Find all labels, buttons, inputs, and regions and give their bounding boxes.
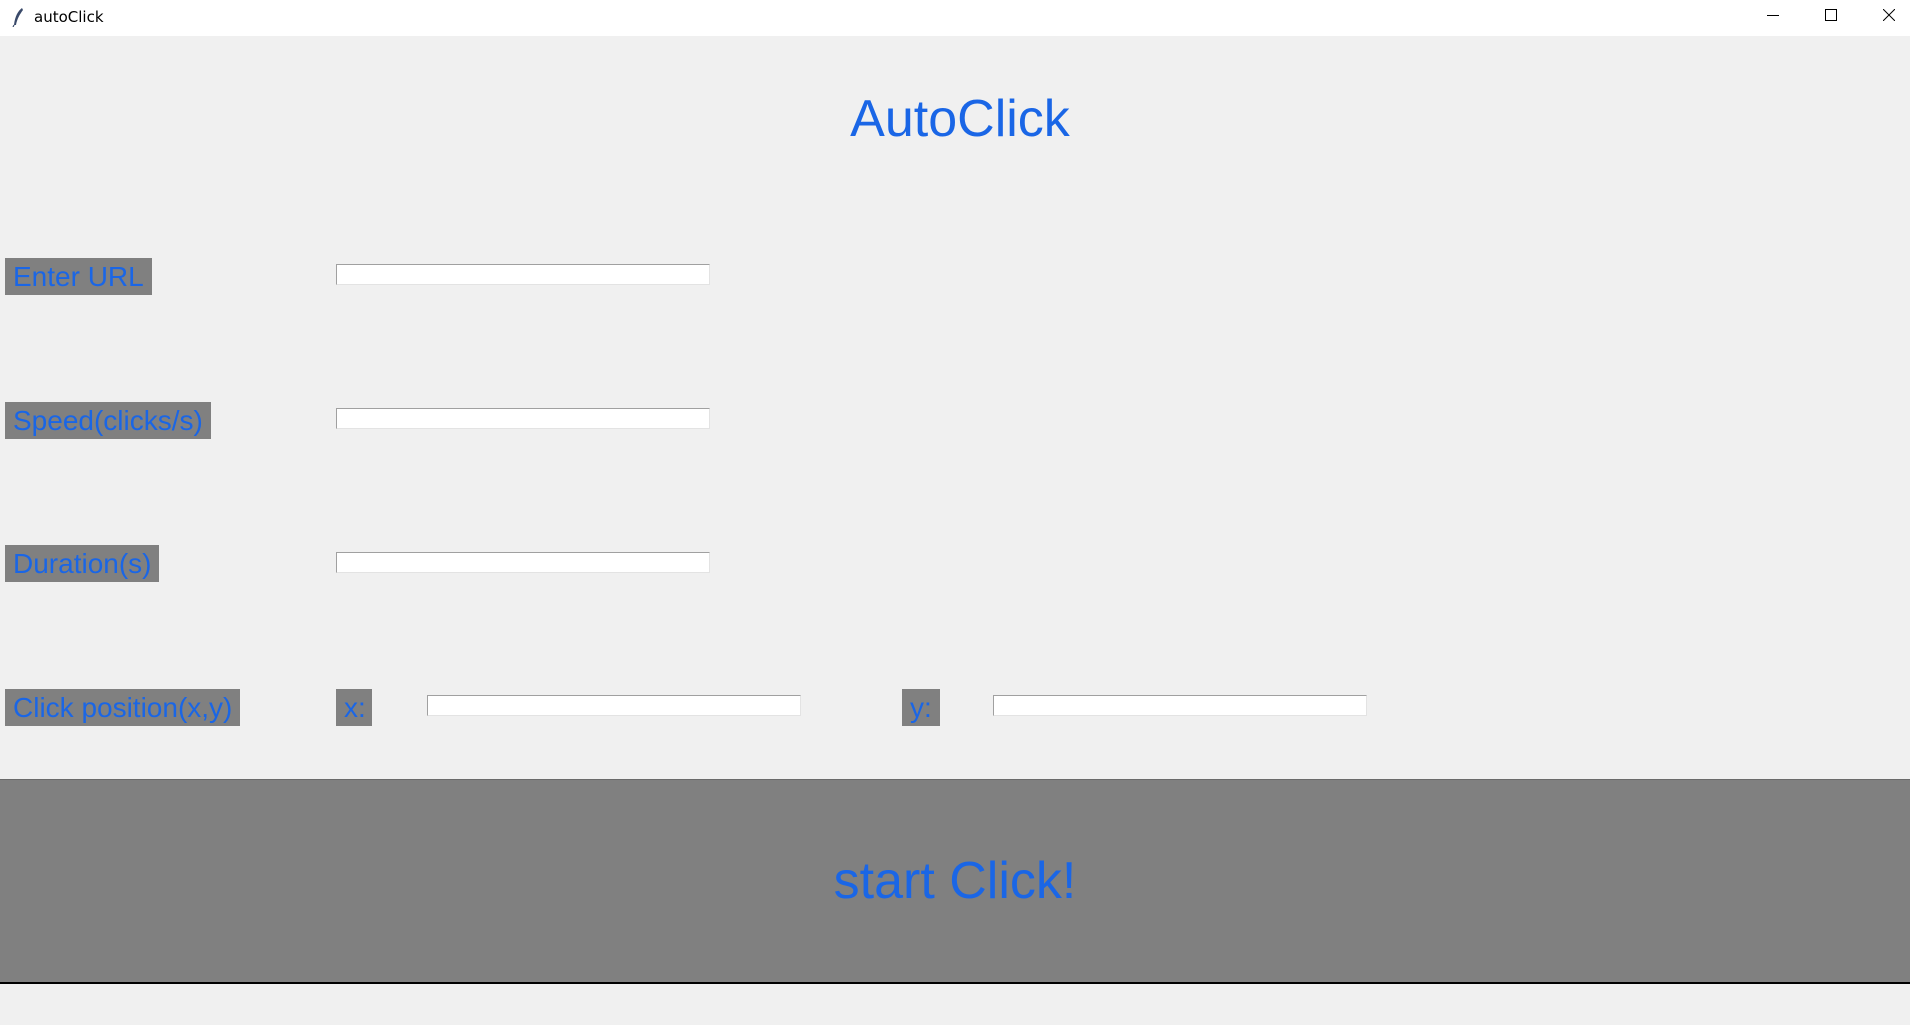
start-click-label: start Click! [833, 852, 1077, 910]
close-button[interactable] [1860, 0, 1910, 34]
url-label: Enter URL [5, 258, 152, 295]
speed-label: Speed(clicks/s) [5, 402, 211, 439]
page-title: AutoClick [850, 90, 1070, 148]
x-label: x: [336, 689, 372, 726]
title-bar[interactable]: autoClick [0, 0, 1910, 36]
close-icon [1882, 8, 1896, 26]
duration-label: Duration(s) [5, 545, 160, 582]
minimize-icon [1767, 8, 1779, 26]
duration-input[interactable] [336, 552, 710, 573]
feather-icon [12, 7, 26, 28]
maximize-button[interactable] [1802, 0, 1860, 34]
app-window: autoClick AutoClick Enter URL Speed(clic… [0, 0, 1910, 1025]
window-title: autoClick [34, 8, 104, 26]
start-click-button[interactable]: start Click! [0, 779, 1910, 984]
maximize-icon [1825, 8, 1837, 26]
minimize-button[interactable] [1744, 0, 1802, 34]
click-position-label: Click position(x,y) [5, 689, 241, 726]
url-input[interactable] [336, 264, 710, 285]
y-label: y: [902, 689, 940, 726]
y-input[interactable] [993, 695, 1367, 716]
x-input[interactable] [427, 695, 801, 716]
speed-input[interactable] [336, 408, 710, 429]
